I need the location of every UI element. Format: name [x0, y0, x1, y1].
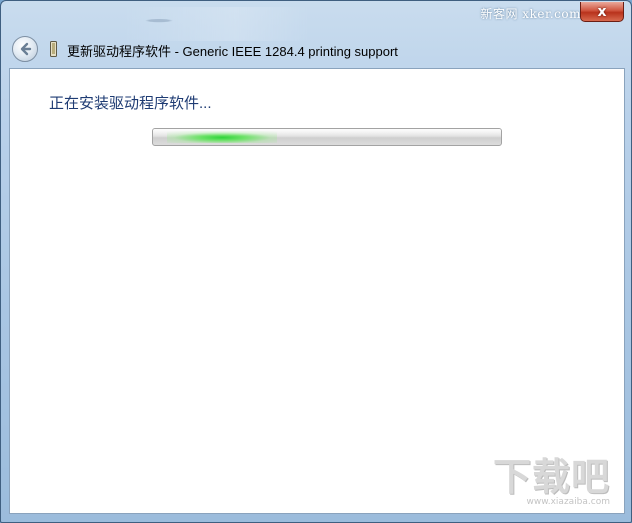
watermark-logo: 下载吧: [492, 455, 610, 499]
window-title: 更新驱动程序软件 - Generic IEEE 1284.4 printing …: [67, 44, 398, 59]
back-arrow-icon: [20, 42, 32, 56]
status-heading: 正在安装驱动程序软件...: [49, 95, 212, 112]
content-panel: 正在安装驱动程序软件... 下载吧 www.xiazaiba.com: [9, 68, 625, 514]
back-button[interactable]: [12, 36, 38, 62]
progress-bar: [152, 128, 502, 146]
bottom-watermark: 下载吧 www.xiazaiba.com: [493, 457, 610, 507]
close-icon: x: [597, 3, 607, 20]
progress-sheen: [153, 129, 501, 136]
top-watermark: 新客网 xker.com: [480, 7, 581, 21]
device-driver-icon: [50, 41, 57, 57]
update-driver-window: 新客网 xker.com x 更新驱动程序软件 - Generic IEEE 1…: [0, 0, 632, 523]
wizard-header: 更新驱动程序软件 - Generic IEEE 1284.4 printing …: [1, 27, 631, 67]
close-button[interactable]: x: [580, 2, 624, 22]
